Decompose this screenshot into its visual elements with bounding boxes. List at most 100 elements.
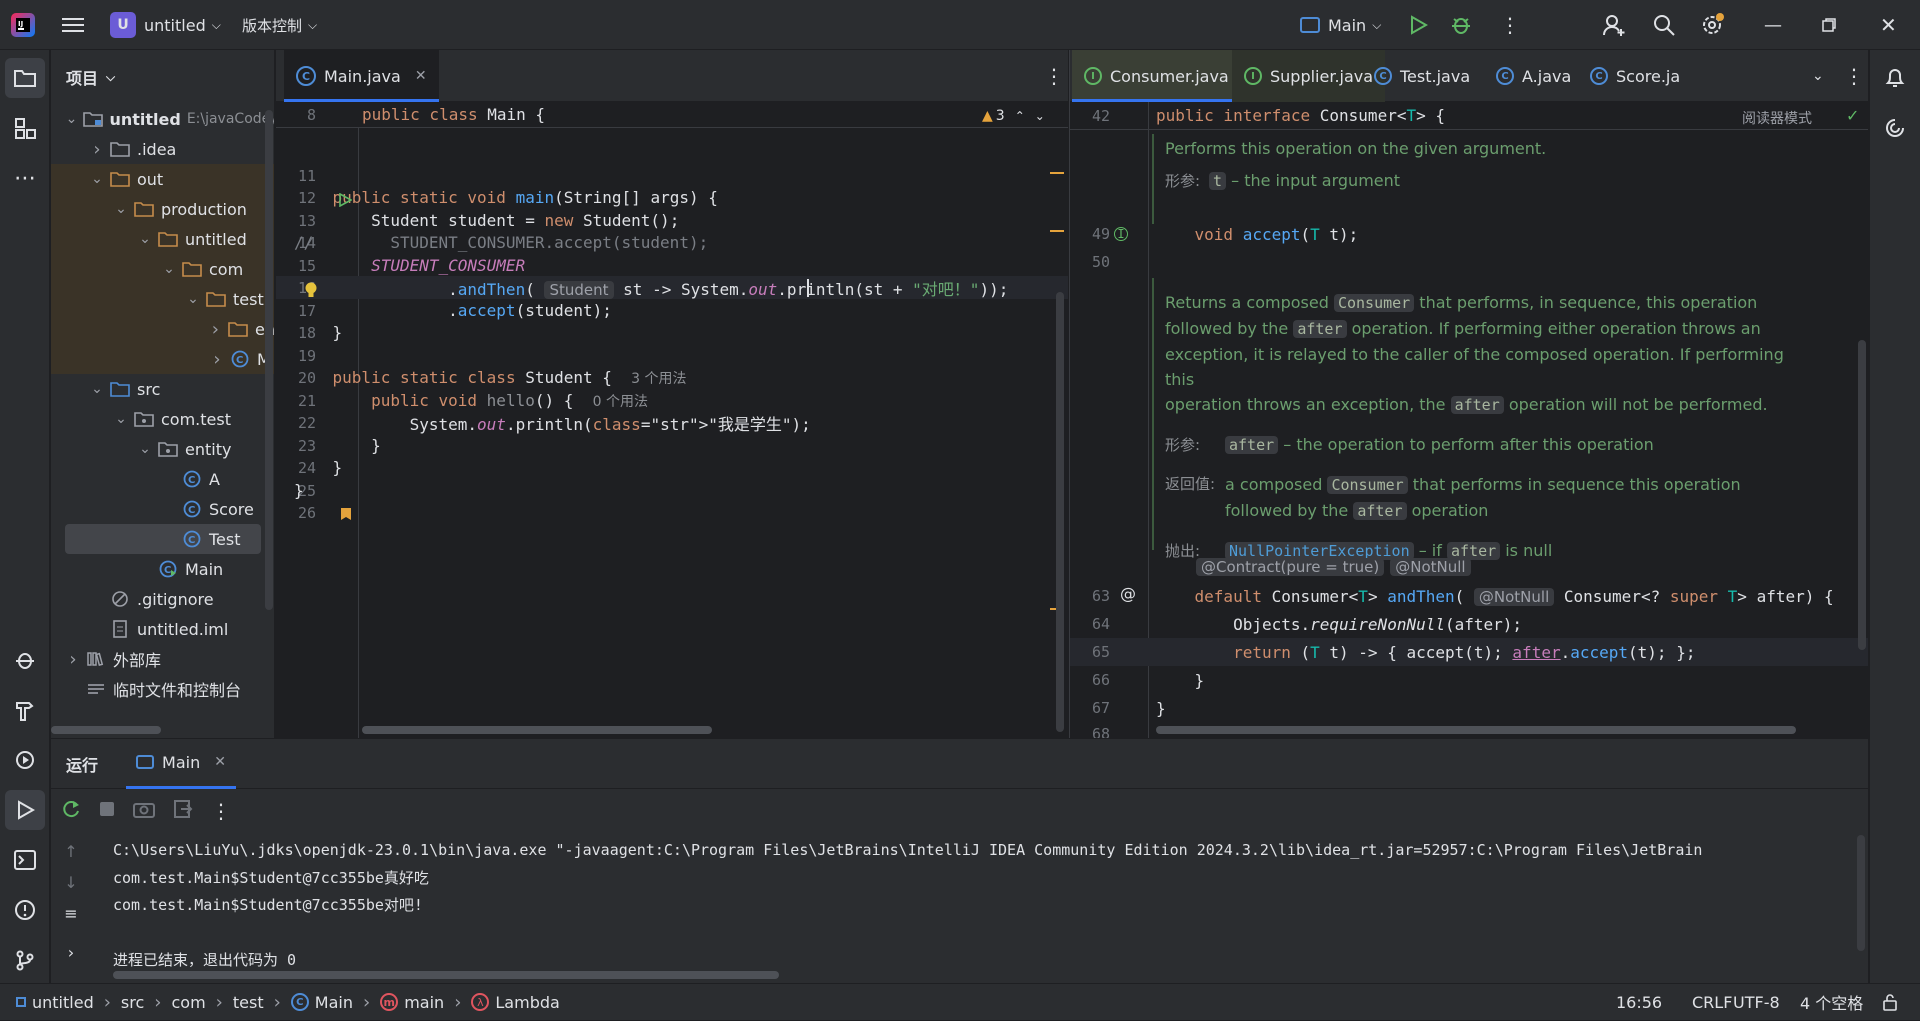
code-line-26[interactable]: 26: [276, 501, 1068, 524]
project-selector[interactable]: U untitled ⌵: [110, 0, 221, 50]
more-vertical-icon[interactable]: ⋮: [211, 799, 231, 823]
intellij-logo-icon[interactable]: IJ: [10, 0, 36, 50]
chevron-down-icon[interactable]: ⌄: [137, 231, 153, 247]
tree-vertical-scrollbar[interactable]: [265, 110, 273, 610]
tree-item[interactable]: C Main: [51, 554, 274, 584]
tab-score-ja[interactable]: C Score.ja: [1578, 50, 1692, 102]
chevron-down-icon[interactable]: ⌄: [1035, 109, 1045, 123]
close-tab-icon[interactable]: ✕: [415, 68, 427, 84]
code-line-67[interactable]: 67}: [1070, 694, 1868, 722]
project-tool-icon[interactable]: [5, 58, 45, 98]
code-line-12[interactable]: 12 public static void main(String[] args…: [276, 186, 1068, 209]
stop-icon[interactable]: [99, 801, 115, 821]
chevron-right-icon[interactable]: ›: [65, 649, 81, 670]
code-line-14[interactable]: 14// STUDENT_CONSUMER.accept(student);: [276, 231, 1068, 254]
tree-item[interactable]: ⌄ untitled: [51, 224, 274, 254]
code-line-20[interactable]: 20 public static class Student { 3 个用法: [276, 366, 1068, 389]
warning-marker[interactable]: [1050, 230, 1064, 232]
run-icon[interactable]: [1408, 0, 1428, 50]
settings-gear-icon[interactable]: [1700, 0, 1726, 50]
run-config-selector[interactable]: Main ⌵: [1300, 0, 1381, 50]
chevron-down-icon[interactable]: ⌄: [1800, 50, 1836, 102]
breadcrumb-item[interactable]: C Main: [290, 993, 353, 1012]
tree-item[interactable]: › 外部库: [51, 644, 274, 674]
soft-wrap-icon[interactable]: ≡: [64, 904, 77, 923]
breadcrumb-item[interactable]: com: [171, 993, 205, 1012]
file-encoding[interactable]: UTF-8: [1733, 984, 1780, 1021]
terminal-icon[interactable]: [5, 840, 45, 880]
arrow-up-icon[interactable]: ↑: [64, 842, 77, 861]
git-branch-icon[interactable]: [5, 940, 45, 980]
tree-item[interactable]: ⌄ com: [51, 254, 274, 284]
tree-item[interactable]: ⌄ untitled E:\javaCode\: [51, 104, 274, 134]
close-window-icon[interactable]: ✕: [1880, 0, 1897, 50]
minimize-icon[interactable]: —: [1764, 0, 1782, 50]
user-add-icon[interactable]: [1602, 0, 1626, 50]
code-line-49[interactable]: 49 I void accept(T t);: [1070, 220, 1868, 248]
code-line-63[interactable]: 63 default Consumer<T> andThen( @NotNull…: [1070, 582, 1868, 610]
code-line-19[interactable]: 19: [276, 344, 1068, 367]
line-separator[interactable]: CRLF: [1692, 984, 1732, 1021]
code-line-16[interactable]: 16 .andThen( Student st -> System.out.pr…: [276, 276, 1068, 299]
breadcrumb-item[interactable]: test: [233, 993, 264, 1012]
reader-mode-button[interactable]: 阅读器模式: [1742, 108, 1812, 128]
chevron-down-icon[interactable]: ⌄: [89, 381, 105, 397]
chevron-right-icon[interactable]: ›: [207, 319, 223, 340]
arrow-down-icon[interactable]: ↓: [64, 873, 77, 892]
run-tool-icon[interactable]: [5, 790, 45, 830]
chevron-down-icon[interactable]: ⌄: [89, 171, 105, 187]
main-menu-icon[interactable]: [62, 0, 84, 50]
warnings-indicator[interactable]: ▲ 3 ⌃ ⌄: [978, 106, 1049, 126]
code-line-66[interactable]: 66 }: [1070, 666, 1868, 694]
caret-position[interactable]: 16:56: [1616, 984, 1662, 1021]
implemented-gutter-icon[interactable]: I: [1114, 227, 1128, 241]
run-gutter-icon[interactable]: [338, 192, 353, 211]
breadcrumb-item[interactable]: m main: [380, 993, 444, 1012]
code-line-24[interactable]: 24 }: [276, 456, 1068, 479]
console-vscrollbar[interactable]: [1857, 835, 1865, 951]
more-vertical-icon[interactable]: ⋮: [1500, 0, 1520, 50]
warning-marker[interactable]: [1050, 172, 1064, 174]
lightbulb-icon[interactable]: [304, 281, 318, 303]
exit-icon[interactable]: [173, 799, 193, 823]
code-line-64[interactable]: 64 Objects.requireNonNull(after);: [1070, 610, 1868, 638]
chevron-down-icon[interactable]: ⌄: [185, 291, 201, 307]
tree-item[interactable]: C Test: [65, 524, 261, 554]
code-line-17[interactable]: 17 .accept(student);: [276, 299, 1068, 322]
code-line-13[interactable]: 13 Student student = new Student();: [276, 209, 1068, 232]
console-hscrollbar[interactable]: [113, 971, 779, 979]
tree-item[interactable]: › C M: [51, 344, 274, 374]
bookmark-icon[interactable]: [340, 506, 352, 525]
chevron-down-icon[interactable]: ⌄: [113, 201, 129, 217]
sticky-header[interactable]: 8 public class Main {: [276, 102, 1068, 128]
right-editor-vscrollbar[interactable]: [1858, 340, 1866, 650]
tree-horizontal-scrollbar[interactable]: [51, 726, 161, 734]
tree-item[interactable]: ⌄ test: [51, 284, 274, 314]
chevron-right-icon[interactable]: ›: [68, 943, 74, 962]
chevron-up-icon[interactable]: ⌃: [1015, 109, 1025, 123]
console-output[interactable]: C:\Users\LiuYu\.jdks\openjdk-23.0.1\bin\…: [113, 837, 1853, 975]
indent-setting[interactable]: 4 个空格: [1800, 984, 1863, 1021]
tree-item[interactable]: CA: [51, 464, 274, 494]
right-editor-hscrollbar[interactable]: [1156, 726, 1796, 734]
code-line-22[interactable]: 22 System.out.println(class="str">"我是学生"…: [276, 411, 1068, 434]
chevron-down-icon[interactable]: ⌄: [113, 411, 129, 427]
tree-item[interactable]: ›en: [51, 314, 274, 344]
search-icon[interactable]: [1652, 0, 1676, 50]
tree-item[interactable]: untitled.iml: [51, 614, 274, 644]
services-icon[interactable]: [5, 740, 45, 780]
camera-icon[interactable]: [133, 800, 155, 822]
debug-icon[interactable]: [1450, 0, 1472, 50]
code-line-23[interactable]: 23 }: [276, 434, 1068, 457]
left-editor-hscrollbar[interactable]: [362, 726, 712, 734]
project-panel-header[interactable]: 项目 ⌵: [51, 50, 274, 104]
debug-tool-icon[interactable]: [5, 640, 45, 680]
tree-item[interactable]: ⌄ production: [51, 194, 274, 224]
overridden-gutter-icon[interactable]: @: [1120, 584, 1136, 603]
code-line-11[interactable]: 11: [276, 164, 1068, 187]
breadcrumb-item[interactable]: λ Lambda: [471, 993, 560, 1012]
close-tab-icon[interactable]: ✕: [214, 754, 226, 770]
tree-item[interactable]: ⌄ com.test: [51, 404, 274, 434]
chevron-down-icon[interactable]: ⌄: [161, 261, 177, 277]
breadcrumb-item[interactable]: src: [121, 993, 144, 1012]
